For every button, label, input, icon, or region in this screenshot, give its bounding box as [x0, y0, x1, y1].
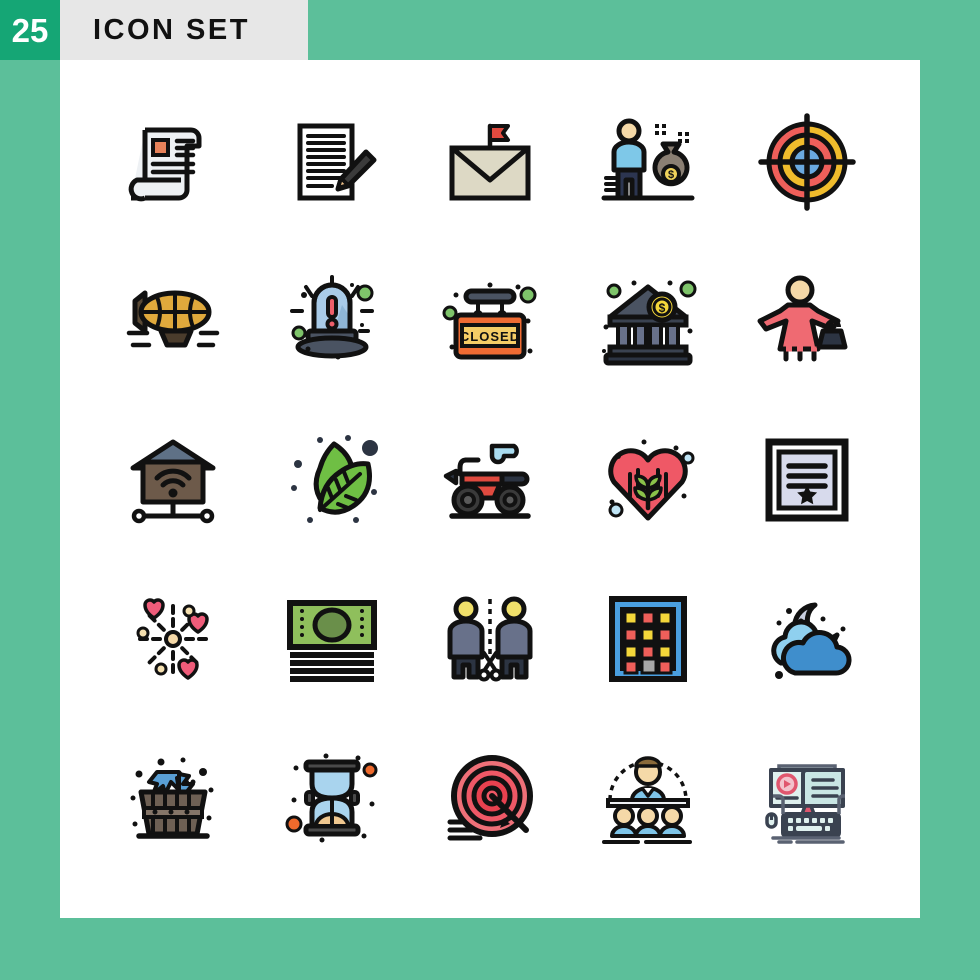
- heart-plant-icon[interactable]: [598, 430, 698, 530]
- icon-cell-write-document[interactable]: [252, 82, 410, 241]
- icon-count-badge: 25: [0, 0, 60, 60]
- emergency-siren-icon[interactable]: [282, 271, 382, 371]
- bank-building-icon[interactable]: $: [598, 271, 698, 371]
- cash-banknote-icon[interactable]: [282, 589, 382, 689]
- icon-cell-typewriter-book[interactable]: [728, 719, 886, 878]
- icon-cell-closed-sign[interactable]: CLOSED: [411, 241, 569, 400]
- separation-scissors-icon[interactable]: [440, 589, 540, 689]
- quad-bike-icon[interactable]: [440, 430, 540, 530]
- rich-businessman-icon[interactable]: $: [598, 112, 698, 212]
- icon-cell-night-cloud-moon[interactable]: [728, 560, 886, 719]
- icon-grid: $ CLOSED $: [60, 60, 920, 918]
- icon-cell-dartboard-arrow[interactable]: [411, 719, 569, 878]
- typewriter-book-icon[interactable]: [757, 748, 857, 848]
- smart-home-wifi-icon[interactable]: [123, 430, 223, 530]
- icon-cell-quad-bike[interactable]: [411, 400, 569, 559]
- flagged-mail-icon[interactable]: [440, 112, 540, 212]
- icon-cell-flagged-mail[interactable]: [411, 82, 569, 241]
- icon-cell-sauna-bucket[interactable]: [94, 719, 252, 878]
- page-title: Icon Set: [93, 13, 250, 46]
- svg-text:CLOSED: CLOSED: [460, 329, 520, 344]
- night-cloud-moon-icon[interactable]: [757, 589, 857, 689]
- svg-text:$: $: [668, 169, 674, 181]
- eco-leaves-icon[interactable]: [282, 430, 382, 530]
- dartboard-arrow-icon[interactable]: [440, 748, 540, 848]
- icon-cell-heart-plant[interactable]: [569, 400, 727, 559]
- icon-cell-rich-businessman[interactable]: $: [569, 82, 727, 241]
- closed-sign-icon[interactable]: CLOSED: [440, 271, 540, 371]
- airship-blimp-icon[interactable]: [123, 271, 223, 371]
- write-document-icon[interactable]: [282, 112, 382, 212]
- icon-cell-framed-certificate[interactable]: [728, 400, 886, 559]
- icon-cell-eco-leaves[interactable]: [252, 400, 410, 559]
- conference-team-icon[interactable]: [598, 748, 698, 848]
- icon-cell-cash-banknote[interactable]: [252, 560, 410, 719]
- love-fireworks-icon[interactable]: [123, 589, 223, 689]
- icon-cell-office-building[interactable]: [569, 560, 727, 719]
- icon-cell-crosshair-target[interactable]: [728, 82, 886, 241]
- icon-canvas: $ CLOSED $: [60, 60, 920, 918]
- crosshair-target-icon[interactable]: [757, 112, 857, 212]
- icon-cell-document-scroll[interactable]: [94, 82, 252, 241]
- icon-cell-woman-with-handbag[interactable]: [728, 241, 886, 400]
- header-bar: 25 Icon Set: [0, 0, 308, 60]
- icon-cell-separation-scissors[interactable]: [411, 560, 569, 719]
- icon-cell-hourglass[interactable]: [252, 719, 410, 878]
- document-scroll-icon[interactable]: [123, 112, 223, 212]
- icon-cell-conference-team[interactable]: [569, 719, 727, 878]
- office-building-icon[interactable]: [598, 589, 698, 689]
- icon-cell-love-fireworks[interactable]: [94, 560, 252, 719]
- icon-cell-bank-building[interactable]: $: [569, 241, 727, 400]
- icon-cell-emergency-siren[interactable]: [252, 241, 410, 400]
- hourglass-icon[interactable]: [282, 748, 382, 848]
- icon-cell-smart-home-wifi[interactable]: [94, 400, 252, 559]
- sauna-bucket-icon[interactable]: [123, 748, 223, 848]
- framed-certificate-icon[interactable]: [757, 430, 857, 530]
- icon-cell-airship-blimp[interactable]: [94, 241, 252, 400]
- svg-text:$: $: [659, 301, 666, 315]
- woman-with-handbag-icon[interactable]: [757, 271, 857, 371]
